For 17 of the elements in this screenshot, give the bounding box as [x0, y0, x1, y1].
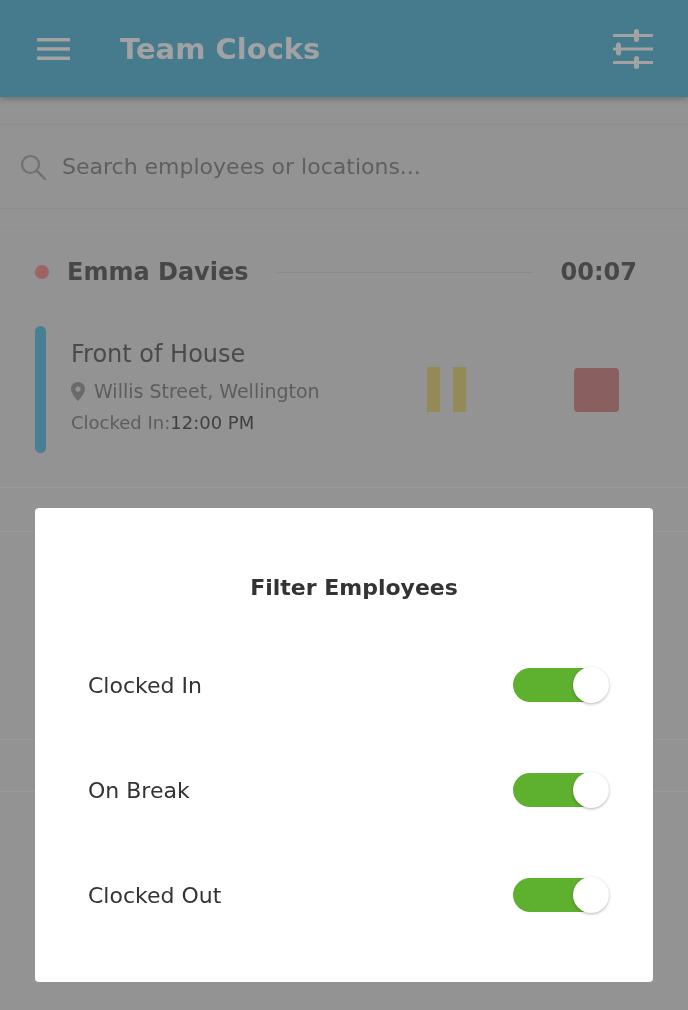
app-title: Team Clocks: [120, 31, 321, 66]
toggle-switch[interactable]: [513, 667, 610, 703]
stop-icon[interactable]: [574, 368, 619, 412]
search-icon: [20, 153, 46, 180]
sliders-icon[interactable]: [613, 28, 653, 69]
pause-icon[interactable]: [427, 367, 466, 412]
menu-icon[interactable]: [37, 37, 70, 60]
filter-option-label: On Break: [88, 777, 190, 803]
elapsed-time: 00:07: [560, 258, 637, 286]
location-pin-icon: [71, 381, 85, 401]
filter-option-label: Clocked In: [88, 672, 202, 698]
toggle-switch[interactable]: [513, 772, 610, 808]
dialog-title: Filter Employees: [250, 574, 458, 602]
filter-option-label: Clocked Out: [88, 882, 222, 908]
employee-name: Emma Davies: [67, 258, 249, 286]
shift-role: Front of House: [71, 340, 246, 368]
toggle-switch[interactable]: [513, 877, 610, 913]
